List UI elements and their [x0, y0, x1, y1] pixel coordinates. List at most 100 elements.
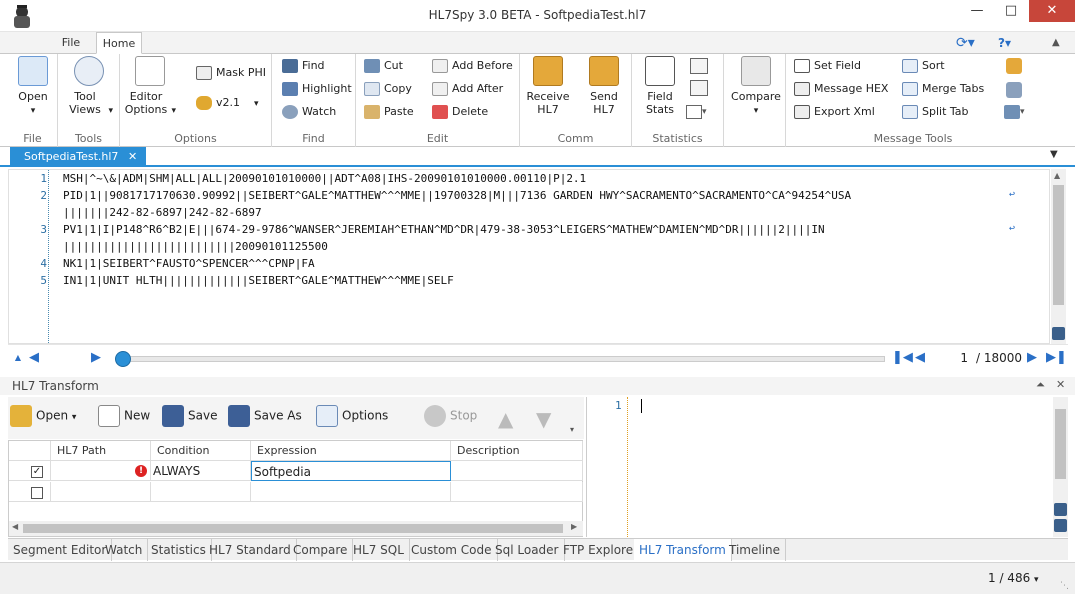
tab-close-icon[interactable]: ✕	[128, 147, 137, 167]
tab-watch[interactable]: Watch	[100, 539, 149, 561]
hscroll-right-arrow[interactable]: ▶	[571, 522, 577, 531]
row-expression[interactable]	[251, 482, 451, 502]
move-up-icon[interactable]: ▲	[498, 407, 513, 431]
transform-save-as-button[interactable]: Save As	[228, 405, 302, 429]
paste-button[interactable]: Paste	[364, 101, 414, 123]
tool-views-button[interactable]: Tool Views ▾	[62, 56, 116, 118]
pin-icon[interactable]: ⏶	[1036, 378, 1045, 392]
refresh-icon[interactable]: ⟳▾	[956, 35, 984, 51]
add-after-button[interactable]: Add After	[432, 78, 503, 100]
cut-button[interactable]: Cut	[364, 55, 403, 77]
message-hex-button[interactable]: Message HEX	[794, 78, 888, 100]
tab-ftp-explorer[interactable]: FTP Explorer	[558, 539, 645, 561]
row-condition[interactable]	[151, 482, 251, 502]
grid-header-expression[interactable]: Expression	[251, 441, 451, 461]
current-message-field[interactable]: 1	[932, 349, 972, 367]
previous-message-button[interactable]: ◀	[914, 351, 926, 365]
hscroll-thumb[interactable]	[23, 524, 563, 533]
nav-up-icon[interactable]: ▲	[12, 351, 24, 365]
help-icon[interactable]: ?▾	[998, 35, 1026, 51]
tab-custom-code[interactable]: Custom Code	[406, 539, 498, 561]
grid-header-description[interactable]: Description	[451, 441, 583, 461]
open-button[interactable]: Open ▾	[10, 56, 56, 118]
script-vertical-scrollbar[interactable]	[1053, 397, 1068, 537]
collapse-ribbon-icon[interactable]: ▲	[1052, 35, 1066, 51]
table-row[interactable]: ✓ ! ALWAYS Softpedia	[9, 461, 583, 482]
tool-c-icon[interactable]: ▾	[1004, 104, 1034, 120]
tool-a-icon[interactable]	[1006, 58, 1022, 74]
message-slider[interactable]	[115, 351, 885, 367]
first-button[interactable]: ❚◀	[892, 351, 913, 365]
editor-vertical-scrollbar[interactable]: ▲	[1051, 169, 1066, 344]
transform-script-editor[interactable]: 1	[586, 397, 1068, 537]
row-checkbox[interactable]	[9, 482, 51, 502]
row-checkbox[interactable]: ✓	[9, 461, 51, 481]
table-stats-icon[interactable]: ▾	[686, 104, 714, 120]
tab-statistics[interactable]: Statistics	[146, 539, 212, 561]
next-button[interactable]: ▶	[90, 351, 102, 365]
column-stats-icon[interactable]	[690, 58, 708, 74]
field-stats-button[interactable]: Field Stats	[636, 56, 684, 116]
hl7-editor[interactable]: 1 2 3 4 5 MSH|^~\&|ADM|SHM|ALL|ALL|20090…	[8, 169, 1050, 345]
row-description[interactable]	[451, 461, 583, 481]
tab-hl7-standard[interactable]: HL7 Standard	[204, 539, 297, 561]
delete-button[interactable]: Delete	[432, 101, 488, 123]
script-scroll-thumb[interactable]	[1055, 409, 1066, 479]
row-stats-icon[interactable]	[690, 80, 708, 96]
set-field-button[interactable]: Set Field	[794, 55, 861, 77]
transform-new-button[interactable]: New	[98, 405, 150, 429]
tab-hl7-transform[interactable]: HL7 Transform	[634, 539, 732, 561]
mask-phi-button[interactable]: Mask PHI	[196, 62, 266, 84]
find-button[interactable]: Find	[282, 55, 325, 77]
script-print-icon[interactable]	[1054, 503, 1067, 516]
row-hl7-path[interactable]: !	[51, 461, 151, 481]
toolbar-overflow-icon[interactable]: ▾	[570, 425, 574, 434]
maximize-button[interactable]: □	[994, 0, 1028, 22]
tab-segment-editor[interactable]: Segment Editor	[8, 539, 113, 561]
grid-header-hl7-path[interactable]: HL7 Path	[51, 441, 151, 461]
compare-button[interactable]: Compare ▾	[728, 56, 784, 118]
resize-grip-icon[interactable]: ⋱	[1060, 581, 1070, 591]
script-print-preview-icon[interactable]	[1054, 519, 1067, 532]
print-icon[interactable]	[1052, 327, 1065, 340]
grid-header-condition[interactable]: Condition	[151, 441, 251, 461]
receive-hl7-button[interactable]: Receive HL7	[522, 56, 574, 116]
table-row[interactable]	[9, 482, 583, 503]
grid-horizontal-scrollbar[interactable]: ◀ ▶	[9, 521, 583, 536]
transform-options-button[interactable]: Options	[316, 405, 388, 429]
row-expression[interactable]: Softpedia	[251, 461, 451, 481]
minimize-button[interactable]: —	[960, 0, 994, 22]
row-description[interactable]	[451, 482, 583, 502]
watch-button[interactable]: Watch	[282, 101, 336, 123]
tool-b-icon[interactable]	[1006, 82, 1022, 98]
last-button[interactable]: ▶❚	[1046, 351, 1067, 365]
scroll-thumb[interactable]	[1053, 185, 1064, 305]
document-tab[interactable]: SoftpediaTest.hl7 ✕	[10, 147, 146, 167]
copy-button[interactable]: Copy	[364, 78, 412, 100]
transform-stop-button[interactable]: Stop	[424, 405, 477, 429]
tab-list-icon[interactable]: ▼	[1050, 149, 1058, 160]
transform-save-button[interactable]: Save	[162, 405, 217, 429]
export-xml-button[interactable]: Export Xml	[794, 101, 875, 123]
tab-file[interactable]: File	[52, 32, 90, 54]
hscroll-left-arrow[interactable]: ◀	[12, 522, 18, 531]
send-hl7-button[interactable]: Send HL7	[578, 56, 630, 116]
next-message-button[interactable]: ▶	[1026, 351, 1038, 365]
tab-hl7-sql[interactable]: HL7 SQL	[348, 539, 410, 561]
row-hl7-path[interactable]	[51, 482, 151, 502]
tab-sql-loader[interactable]: Sql Loader	[490, 539, 565, 561]
row-condition[interactable]: ALWAYS	[151, 461, 251, 481]
panel-close-icon[interactable]: ✕	[1056, 378, 1065, 391]
tab-timeline[interactable]: Timeline	[724, 539, 787, 561]
close-button[interactable]: ✕	[1029, 0, 1075, 22]
transform-grid[interactable]: HL7 Path Condition Expression Descriptio…	[8, 440, 583, 537]
scroll-up-arrow[interactable]: ▲	[1054, 171, 1060, 180]
split-tab-button[interactable]: Split Tab	[902, 101, 969, 123]
slider-thumb[interactable]	[115, 351, 131, 367]
add-before-button[interactable]: Add Before	[432, 55, 513, 77]
sort-button[interactable]: Sort	[902, 55, 945, 77]
page-indicator[interactable]: 1 / 486 ▾	[988, 569, 1048, 589]
tab-compare[interactable]: Compare	[288, 539, 354, 561]
merge-tabs-button[interactable]: Merge Tabs	[902, 78, 984, 100]
transform-open-button[interactable]: Open ▾	[10, 405, 76, 429]
